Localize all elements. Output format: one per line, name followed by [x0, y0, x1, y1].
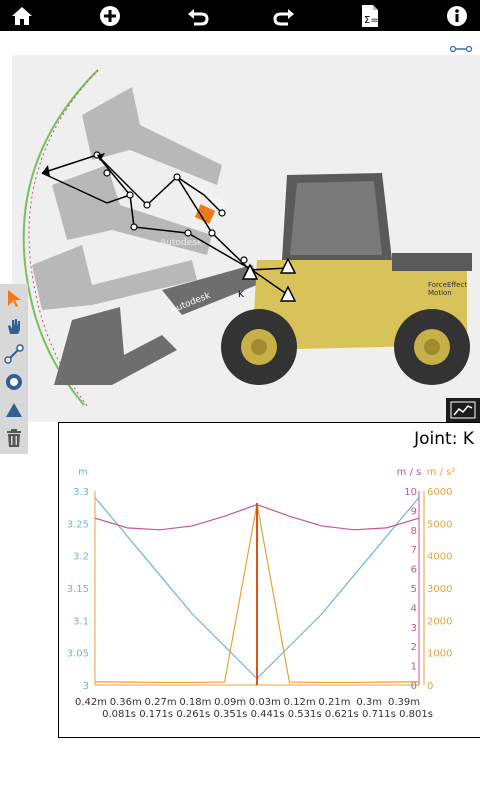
simulation-canvas[interactable]: Autodesk Autodesk Autodesk ForceEffect M…: [12, 55, 480, 422]
velocity-axis-tick-label: 9: [411, 506, 417, 517]
accel-axis-tick-label: 4000: [427, 552, 452, 563]
arm-brand-label-2: Autodesk: [160, 238, 203, 248]
accel-axis-tick-label: 2000: [427, 616, 452, 627]
svg-text:Σ=: Σ=: [364, 15, 379, 26]
left-axis-tick-label: 3: [83, 681, 89, 692]
joint-tool-icon: [6, 374, 22, 390]
x-time-tick-label: 0.531s: [288, 709, 322, 720]
select-tool-icon: [8, 290, 21, 307]
joint-tool-button[interactable]: [0, 368, 28, 396]
link-tool-icon: [4, 344, 24, 364]
link-chain-icon[interactable]: [449, 41, 473, 55]
left-axis-tick-label: 3.1: [73, 616, 89, 627]
x-time-tick-label: 0.711s: [362, 709, 396, 720]
top-toolbar: Σ=: [0, 0, 480, 31]
x-position-tick-label: 0.36m: [110, 697, 142, 708]
x-time-tick-label: 0.171s: [139, 709, 173, 720]
hand-tool-button[interactable]: [0, 312, 28, 340]
accel-axis-unit: m / s²: [427, 467, 456, 478]
link-tool-button[interactable]: [0, 340, 28, 368]
velocity-axis-tick-label: 0: [411, 681, 417, 692]
accel-axis-tick-label: 0: [427, 681, 433, 692]
x-time-tick-label: 0.351s: [213, 709, 247, 720]
x-time-tick-label: 0.441s: [251, 709, 285, 720]
add-icon: [100, 5, 120, 26]
left-axis-tick-label: 3.05: [67, 649, 89, 660]
velocity-axis-tick-label: 3: [411, 623, 417, 634]
velocity-axis-tick-label: 1: [411, 662, 417, 673]
accel-axis-tick-label: 3000: [427, 584, 452, 595]
tool-palette: [0, 284, 28, 454]
hand-tool-icon: [8, 319, 20, 334]
home-icon: [12, 6, 32, 25]
graph-toggle-button[interactable]: [446, 398, 480, 422]
ground-tool-button[interactable]: [0, 396, 28, 424]
mechanism-drawing: Autodesk Autodesk Autodesk ForceEffect M…: [22, 69, 472, 408]
trash-icon: [7, 429, 21, 447]
x-time-tick-label: 0.801s: [399, 709, 433, 720]
x-position-tick-label: 0.27m: [145, 697, 177, 708]
left-axis-tick-label: 3.25: [67, 519, 89, 530]
velocity-axis-tick-label: 6: [411, 565, 417, 576]
joint-marker-label: K: [238, 290, 245, 300]
x-position-tick-label: 0.03m: [249, 697, 281, 708]
arm-brand-label-3: Autodesk: [187, 181, 229, 211]
x-position-tick-label: 0.39m: [388, 697, 420, 708]
x-position-tick-label: 0.42m: [75, 697, 107, 708]
redo-icon: [273, 8, 294, 25]
velocity-axis-unit: m / s: [397, 467, 422, 478]
left-axis-tick-label: 3.2: [73, 552, 89, 563]
cab-brand-label-1: ForceEffect: [428, 281, 467, 289]
ground-tool-icon: [6, 403, 22, 417]
graph-icon: [450, 401, 476, 419]
x-position-tick-label: 0.21m: [318, 697, 350, 708]
cab-brand-label-2: Motion: [428, 289, 452, 297]
x-position-tick-label: 0.18m: [179, 697, 211, 708]
velocity-axis-tick-label: 5: [411, 584, 417, 595]
left-axis-tick-label: 3.3: [73, 487, 89, 498]
x-time-tick-label: 0.261s: [176, 709, 210, 720]
left-axis-tick-label: 3.15: [67, 584, 89, 595]
velocity-axis-tick-label: 2: [411, 642, 417, 653]
x-time-tick-label: 0.621s: [325, 709, 359, 720]
x-position-tick-label: 0.3m: [356, 697, 382, 708]
velocity-axis-tick-label: 7: [411, 545, 417, 556]
calculator-button[interactable]: Σ=: [350, 0, 390, 31]
x-time-tick-label: 0.081s: [102, 709, 136, 720]
info-icon: [447, 5, 467, 26]
redo-button[interactable]: [264, 0, 304, 31]
accel-axis-tick-label: 1000: [427, 649, 452, 660]
velocity-axis-tick-label: 8: [411, 526, 417, 537]
accel-axis-tick-label: 6000: [427, 487, 452, 498]
add-button[interactable]: [90, 0, 130, 31]
x-position-tick-label: 0.12m: [284, 697, 316, 708]
x-position-tick-label: 0.09m: [214, 697, 246, 708]
velocity-axis-tick-label: 4: [411, 603, 417, 614]
joint-graph-panel: Joint: K mm / sm / s² 3.3 3.25 3.2 3.15 3.1 3.…: [58, 422, 480, 738]
delete-tool-button[interactable]: [0, 424, 28, 452]
left-axis-unit: m: [78, 467, 88, 478]
undo-button[interactable]: [178, 0, 218, 31]
accel-axis-tick-label: 5000: [427, 519, 452, 530]
select-tool-button[interactable]: [0, 284, 28, 312]
undo-icon: [188, 8, 209, 25]
calculator-icon: Σ=: [362, 4, 379, 27]
home-button[interactable]: [2, 0, 42, 31]
velocity-axis-tick-label: 10: [404, 487, 417, 498]
info-button[interactable]: [437, 0, 477, 31]
joint-chart: mm / sm / s²3.33.253.23.153.13.053109876…: [67, 467, 456, 720]
